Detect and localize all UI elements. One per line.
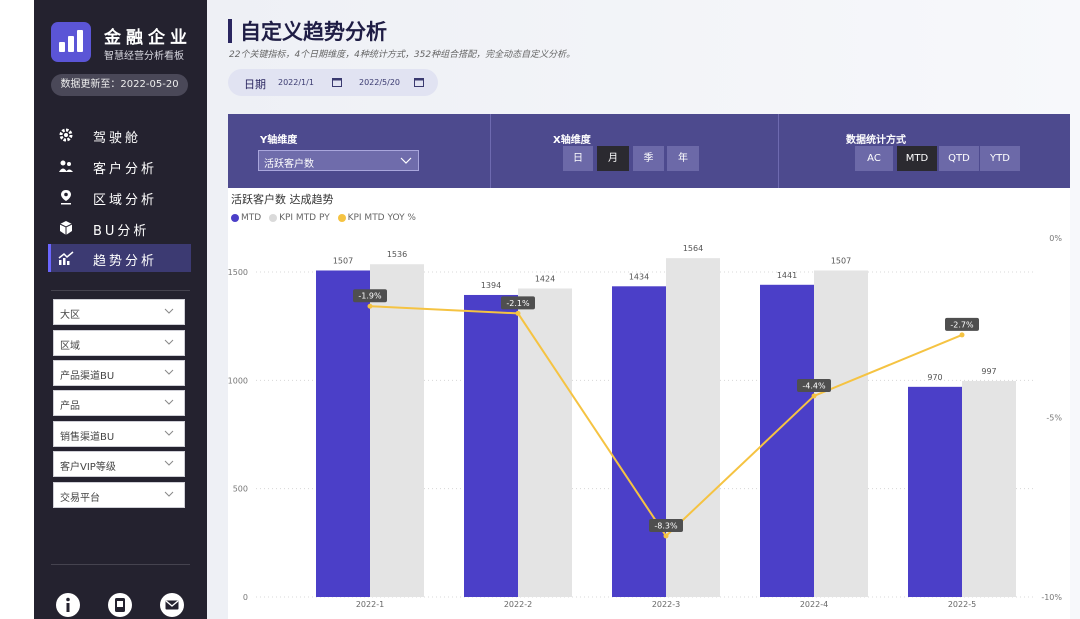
y-left-tick-label: 1000	[228, 376, 248, 385]
x-tick-label: 2022-1	[356, 600, 384, 609]
bar-kpi	[370, 264, 424, 597]
data-label-yoy: -2.1%	[506, 299, 530, 308]
data-label-mtd: 1441	[777, 271, 797, 280]
bar-mtd	[464, 294, 518, 597]
point-yoy	[811, 393, 817, 399]
bar-mtd	[316, 270, 370, 597]
y-left-tick-label: 0	[243, 593, 248, 602]
data-label-yoy: -2.7%	[950, 320, 974, 329]
bar-mtd	[908, 386, 962, 597]
bar-kpi	[962, 380, 1016, 597]
data-label-kpi: 1424	[535, 274, 555, 283]
data-label-kpi: 1536	[387, 250, 407, 259]
y-right-tick-label: 0%	[1049, 234, 1062, 243]
data-label-kpi: 1507	[831, 256, 851, 265]
y-left-tick-label: 500	[233, 485, 248, 494]
data-label-mtd: 970	[927, 373, 942, 382]
y-right-tick-label: -5%	[1046, 414, 1062, 423]
data-label-kpi: 1564	[683, 244, 703, 253]
data-label-yoy: -1.9%	[358, 292, 382, 301]
x-tick-label: 2022-5	[948, 600, 976, 609]
x-tick-label: 2022-4	[800, 600, 828, 609]
x-tick-label: 2022-2	[504, 600, 532, 609]
point-yoy	[367, 303, 373, 309]
trend-chart: 0 500 1000 1500 0% -5% -10% 1507 1536 2022-1 1394 1…	[228, 234, 1063, 609]
data-label-mtd: 1507	[333, 256, 353, 265]
data-label-mtd: 1434	[629, 272, 649, 281]
data-label-yoy: -4.4%	[802, 381, 826, 390]
bar-kpi	[814, 270, 868, 597]
bar-kpi	[666, 258, 720, 597]
y-left-tick-label: 1500	[228, 268, 248, 277]
bar-mtd	[612, 286, 666, 597]
data-label-yoy: -8.3%	[654, 521, 678, 530]
point-yoy	[515, 310, 521, 316]
bar-kpi	[518, 288, 572, 597]
point-yoy	[959, 332, 965, 338]
data-label-mtd: 1394	[481, 281, 501, 290]
bar-mtd	[760, 284, 814, 597]
y-right-tick-label: -10%	[1041, 593, 1062, 602]
x-tick-label: 2022-3	[652, 600, 680, 609]
data-label-kpi: 997	[981, 367, 996, 376]
point-yoy	[663, 533, 669, 539]
